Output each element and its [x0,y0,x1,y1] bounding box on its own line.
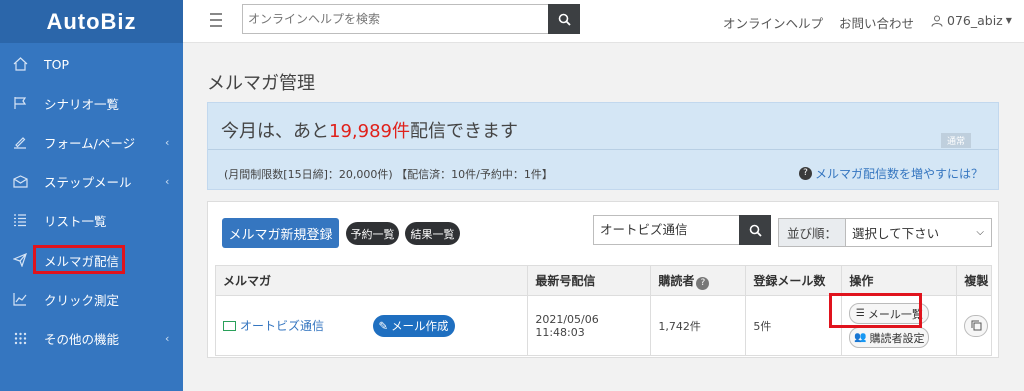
grid-icon [12,330,28,346]
search-icon [749,224,762,237]
new-newsletter-button[interactable]: メルマガ新規登録 [222,218,339,248]
sidebar-item-scenarios[interactable]: シナリオ一覧 [0,84,183,122]
duplicate-cell [956,295,992,356]
help-search-field[interactable] [242,4,549,34]
search-icon [558,13,571,26]
increase-quota-link[interactable]: ? メルマガ配信数を増やすには？ [798,165,983,182]
increase-quota-label: メルマガ配信数を増やすには？ [814,167,983,181]
envelope-icon [223,320,236,331]
sidebar-item-label: リスト一覧 [44,213,107,229]
sidebar-item-label: シナリオ一覧 [44,96,120,112]
mail-count-cell: 5件 [745,295,843,356]
quota-suffix: 配信できます [409,121,518,142]
quota-count: 19,989件 [329,121,410,142]
sidebar-item-forms[interactable]: フォーム/ページ ‹ [0,123,183,161]
newsletter-filter-input[interactable]: オートビズ通信 [593,215,741,245]
sidebar-item-label: その他の機能 [44,331,120,347]
sort-control: 並び順： 選択して下さい ⌵ [778,218,992,247]
column-header-mail-count: 登録メール数 [745,265,843,296]
quota-prefix: 今月は、あと [221,121,329,142]
newsletter-name-link[interactable]: オートビズ通信 [223,317,366,334]
help-search-input[interactable] [243,5,543,33]
plan-badge: 通常 [941,133,971,148]
sidebar-item-label: ステップメール [44,174,132,190]
sort-select[interactable]: 選択して下さい ⌵ [846,219,991,246]
app-logo[interactable]: AutoBiz [0,0,183,43]
divider [208,149,998,150]
home-icon [12,56,28,72]
column-header-latest: 最新号配信 [527,265,652,296]
quota-message: 今月は、あと19,989件配信できます [221,117,518,143]
page-title: メルマガ管理 [207,73,315,94]
envelope-icon [12,173,28,189]
sort-label: 並び順： [779,219,846,246]
highlight-box-newsletter [33,245,125,274]
filter-search-button[interactable] [739,215,771,245]
sort-selected-value: 選択して下さい [852,226,940,241]
column-header-newsletter: メルマガ [214,265,529,296]
subscriber-settings-button[interactable]: 👥 購読者設定 [849,327,930,348]
sidebar-item-lists[interactable]: リスト一覧 [0,201,183,239]
user-menu[interactable]: 076_abiz ▼ [931,13,1012,28]
hamburger-menu-icon[interactable] [210,13,222,27]
users-icon: 👥 [854,332,867,343]
sidebar: AutoBiz TOP シナリオ一覧 フォーム/ページ ‹ ステップメール ‹ … [0,0,183,391]
help-search-button[interactable] [548,4,580,34]
compose-mail-button[interactable]: ✎ メール作成 [372,314,455,337]
table-header-row: メルマガ 最新号配信 購読者? 登録メール数 操作 複製 [214,265,992,296]
quota-info-panel: 今月は、あと19,989件配信できます 通常 (月間制限数[15日締]：20,0… [207,102,999,190]
latest-delivery-cell: 2021/05/06 11:48:03 [527,295,652,356]
highlight-box-mail-list [829,293,922,328]
contact-link[interactable]: お問い合わせ [839,13,914,32]
user-name: 076_abiz [947,13,1003,28]
sidebar-item-step-mail[interactable]: ステップメール ‹ [0,162,183,200]
sidebar-item-click-tracking[interactable]: クリック測定 [0,280,183,318]
sidebar-item-top[interactable]: TOP [0,45,183,83]
send-icon [12,252,28,268]
subscriber-settings-label: 購読者設定 [869,331,925,345]
subscribers-cell: 1,742件 [650,295,747,356]
compose-label: メール作成 [391,318,449,333]
duplicate-button[interactable] [964,314,989,337]
compose-cell: ✎ メール作成 [365,295,529,356]
sidebar-item-label: フォーム/ページ [44,135,136,151]
results-list-button[interactable]: 結果一覧 [405,222,460,245]
pencil-icon: ✎ [378,318,389,333]
chevron-left-icon: ‹ [165,135,170,149]
column-header-subscribers: 購読者? [650,265,747,296]
question-icon: ? [798,167,812,180]
copy-icon [971,320,982,331]
column-header-actions: 操作 [841,265,958,296]
sidebar-item-label: TOP [44,56,70,72]
chart-icon [12,291,28,307]
reserved-list-button[interactable]: 予約一覧 [346,222,399,245]
subscribers-header-label: 購読者 [658,273,695,288]
list-icon [12,212,28,228]
newsletter-list-panel: メルマガ新規登録 予約一覧 結果一覧 オートビズ通信 並び順： 選択して下さい … [207,201,999,358]
sidebar-item-label: クリック測定 [44,292,120,308]
chevron-left-icon: ‹ [165,331,170,345]
caret-down-icon: ▼ [1005,16,1012,25]
sidebar-item-other[interactable]: その他の機能 ‹ [0,319,183,357]
top-bar: オンラインヘルプ お問い合わせ 076_abiz ▼ [183,0,1024,43]
help-link[interactable]: オンラインヘルプ [723,13,823,32]
chevron-down-icon: ⌵ [976,227,984,238]
user-icon [931,15,943,27]
pencil-icon [12,134,28,150]
chevron-left-icon: ‹ [165,174,170,188]
flag-icon [12,95,28,111]
newsletter-name: オートビズ通信 [240,319,325,333]
newsletter-name-cell: オートビズ通信 [215,295,366,356]
quota-detail: (月間制限数[15日締]：20,000件) 【配信済：10件/予約中：1件】 [224,168,553,181]
column-header-duplicate: 複製 [956,265,992,296]
question-icon[interactable]: ? [696,276,710,290]
